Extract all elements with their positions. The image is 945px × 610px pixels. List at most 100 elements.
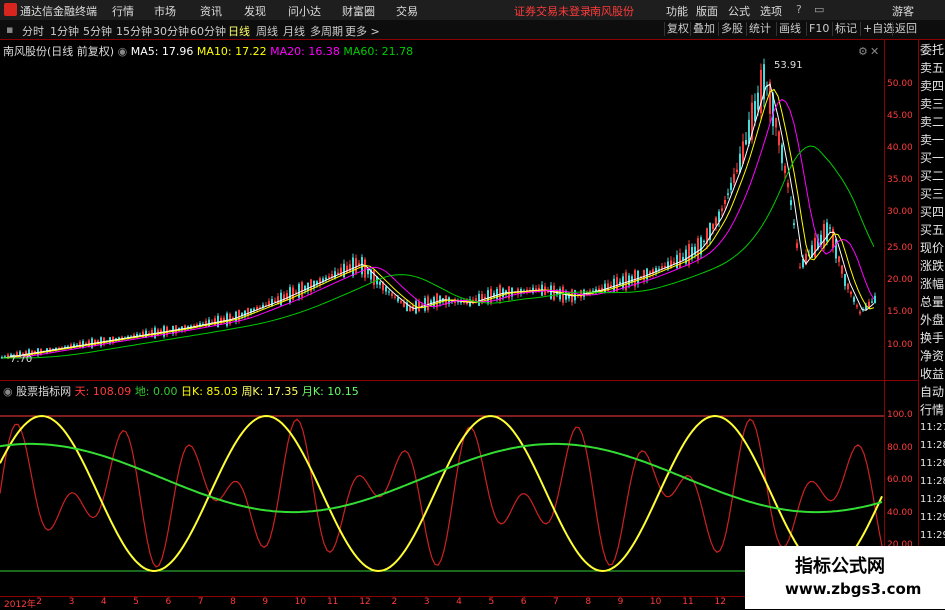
tool-draw[interactable]: 画线: [776, 22, 803, 36]
candle-body: [226, 313, 228, 326]
candle-body: [745, 139, 747, 145]
menu-discover[interactable]: 发现: [244, 3, 266, 19]
side-panel-item[interactable]: 卖四: [920, 78, 944, 94]
period-toolbar: ▪ 分时 1分钟 5分钟 15分钟 30分钟 60分钟 日线 周线 月线 多周期…: [0, 20, 945, 40]
tool-f10[interactable]: F10: [806, 22, 831, 36]
price-tick: 40.00: [887, 143, 913, 153]
candle-body: [337, 272, 339, 275]
settings-icon[interactable]: ◉: [118, 45, 128, 58]
tool-back[interactable]: 返回: [892, 22, 919, 36]
side-panel-item[interactable]: 买二: [920, 168, 944, 184]
side-panel-item[interactable]: 涨跌: [920, 258, 944, 274]
price-tick: 20.00: [887, 275, 913, 285]
candle-body: [334, 271, 336, 278]
tab-more[interactable]: 更多 >: [345, 23, 380, 39]
side-panel-item[interactable]: 买三: [920, 186, 944, 202]
date-tick: 8: [585, 597, 592, 607]
side-panel-item[interactable]: 行情: [920, 402, 944, 418]
side-panel-item[interactable]: 收益: [920, 366, 944, 382]
tool-multi-stock[interactable]: 多股: [718, 22, 745, 36]
tab-60min[interactable]: 60分钟: [190, 23, 226, 39]
side-panel-item[interactable]: 卖二: [920, 114, 944, 130]
tab-1min[interactable]: 1分钟: [50, 23, 79, 39]
candle-body: [826, 222, 828, 242]
menu-wealth[interactable]: 财富圈: [342, 3, 375, 19]
menu-market[interactable]: 市场: [154, 3, 176, 19]
indicator-tick: 80.00: [887, 443, 913, 453]
side-panel-item[interactable]: 卖五: [920, 60, 944, 76]
side-panel-item[interactable]: 11:28: [920, 492, 945, 508]
side-panel-item[interactable]: 买一: [920, 150, 944, 166]
kline-chart-svg[interactable]: [0, 40, 884, 380]
candle-body: [871, 301, 873, 303]
date-tick: 6: [165, 597, 172, 607]
tab-daily[interactable]: 日线: [228, 23, 250, 39]
daily-k-label: 日K: 85.03: [181, 385, 238, 398]
candle-body: [664, 265, 666, 268]
help-icon[interactable]: ?: [796, 3, 802, 16]
menu-news[interactable]: 资讯: [200, 3, 222, 19]
date-tick: 5: [133, 597, 139, 607]
menu-trade[interactable]: 交易: [396, 3, 418, 19]
tab-5min[interactable]: 5分钟: [83, 23, 112, 39]
date-tick: 9: [262, 597, 269, 607]
menu-assistant[interactable]: 问小达: [288, 3, 321, 19]
side-panel-item[interactable]: 11:29: [920, 528, 945, 544]
chart-close-icon[interactable]: ✕: [870, 45, 879, 58]
side-panel-item[interactable]: 买四: [920, 204, 944, 220]
menu-quotes[interactable]: 行情: [112, 3, 134, 19]
candle-body: [853, 297, 855, 302]
candle-body: [814, 237, 816, 258]
candle-body: [307, 282, 309, 291]
side-panel-item[interactable]: 11:29: [920, 510, 945, 526]
side-panel-item[interactable]: 11:28: [920, 438, 945, 454]
side-panel-item[interactable]: 自动: [920, 384, 944, 400]
tab-monthly[interactable]: 月线: [283, 23, 305, 39]
chart-settings-icon[interactable]: ⚙: [858, 45, 868, 58]
side-panel-item[interactable]: 委托: [920, 42, 944, 58]
tool-statistics[interactable]: 统计: [746, 22, 773, 36]
side-panel-item[interactable]: 11:27: [920, 420, 945, 436]
window-control-icon[interactable]: ▭: [814, 3, 824, 16]
menu-layout[interactable]: 版面: [696, 3, 718, 19]
tab-timeshare[interactable]: 分时: [22, 23, 44, 39]
side-panel-item[interactable]: 涨幅: [920, 276, 944, 292]
ma20-label: MA20: 16.38: [270, 45, 340, 58]
tab-weekly[interactable]: 周线: [256, 23, 278, 39]
side-panel-item[interactable]: 现价: [920, 240, 944, 256]
tab-30min[interactable]: 30分钟: [153, 23, 189, 39]
ma10-label: MA10: 17.22: [196, 45, 267, 58]
tool-add-watchlist[interactable]: +自选: [860, 22, 896, 36]
candle-body: [427, 296, 429, 311]
menu-functions[interactable]: 功能: [666, 3, 688, 19]
tab-multi-period[interactable]: 多周期: [310, 23, 343, 39]
side-panel-item[interactable]: 卖三: [920, 96, 944, 112]
tab-15min[interactable]: 15分钟: [116, 23, 152, 39]
candle-body: [715, 217, 717, 226]
tool-mark[interactable]: 标记: [832, 22, 859, 36]
tool-adjust[interactable]: 复权: [664, 22, 691, 36]
price-tick: 30.00: [887, 207, 913, 217]
side-panel-item[interactable]: 换手: [920, 330, 944, 346]
tool-overlay[interactable]: 叠加: [690, 22, 717, 36]
side-panel-item[interactable]: 外盘: [920, 312, 944, 328]
menu-formula[interactable]: 公式: [728, 3, 750, 19]
candle-body: [604, 283, 606, 293]
side-panel-item[interactable]: 11:28: [920, 474, 945, 490]
side-panel-item[interactable]: 总量: [920, 294, 944, 310]
kline-chart[interactable]: 南风股份(日线 前复权) ◉ MA5: 17.96 MA10: 17.22 MA…: [0, 40, 884, 380]
high-price-label: 53.91: [774, 60, 803, 71]
side-panel-item[interactable]: 净资: [920, 348, 944, 364]
date-tick: 4: [456, 597, 462, 607]
side-panel-item[interactable]: 11:28: [920, 456, 945, 472]
menu-guest[interactable]: 游客: [892, 3, 914, 19]
side-panel-item[interactable]: 卖一: [920, 132, 944, 148]
menu-options[interactable]: 选项: [760, 3, 782, 19]
date-tick: 9: [617, 597, 624, 607]
tian-label: 天: 108.09: [74, 385, 132, 398]
side-panel-item[interactable]: 买五: [920, 222, 944, 238]
indicator-settings-icon[interactable]: ◉: [3, 385, 13, 398]
candle-body: [691, 247, 693, 259]
app-logo-icon: [4, 3, 17, 16]
trade-login-status[interactable]: 证券交易未登录: [514, 3, 591, 19]
